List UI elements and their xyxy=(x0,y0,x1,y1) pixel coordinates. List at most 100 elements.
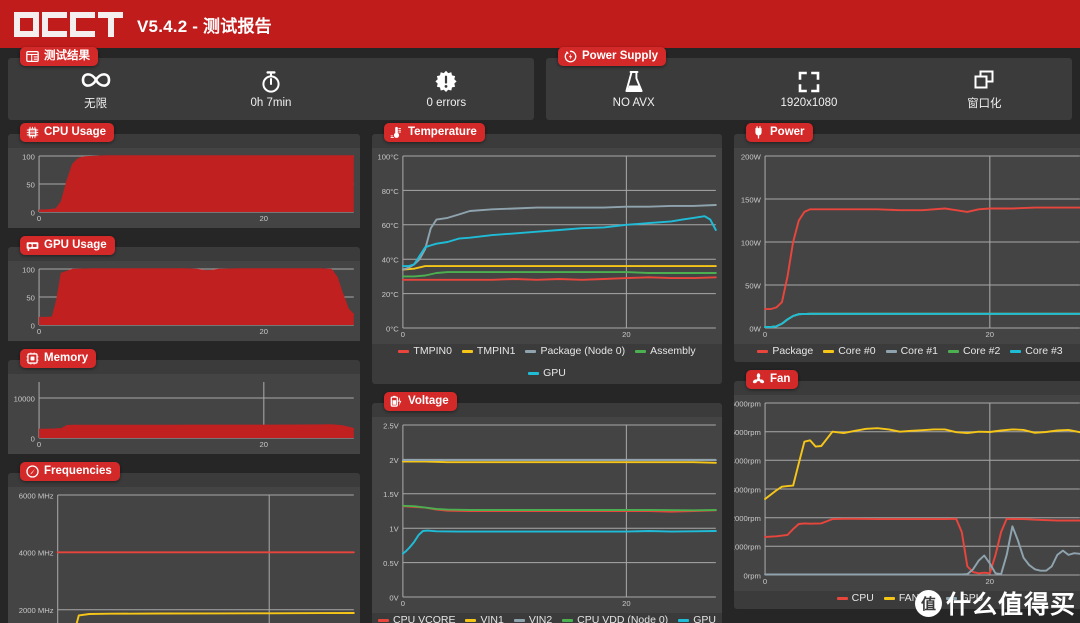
summary-label-duration-mode: 无限 xyxy=(84,97,108,110)
temperature-panel: Temperature 0°C 20°C 40°C 60°C 80°C 100°C 0 20 … xyxy=(372,123,722,384)
svg-text:0: 0 xyxy=(31,435,35,444)
fan-plot[interactable]: 0rpm 1000rpm 2000rpm 3000rpm 4000rpm 5000rpm 6… xyxy=(734,395,1080,591)
legend-swatch xyxy=(378,618,390,622)
legend-label: Core #3 xyxy=(1025,345,1063,357)
charts-grid: CPU Usage 0 50 100 0 20 GPU Usage 0 50 100 0 20 xyxy=(0,120,1080,623)
svg-text:150W: 150W xyxy=(741,196,762,205)
gpu-usage-plot[interactable]: 0 50 100 0 20 xyxy=(8,261,360,341)
legend-item: TMPIN1 xyxy=(461,345,516,357)
charts-column-left: CPU Usage 0 50 100 0 20 GPU Usage 0 50 100 0 20 xyxy=(8,123,360,623)
svg-text:0: 0 xyxy=(763,577,767,586)
svg-text:2V: 2V xyxy=(389,456,398,465)
logo-letter xyxy=(42,12,67,37)
summary-cell-window-mode: 窗口化 xyxy=(897,68,1072,111)
svg-text:4000 MHz: 4000 MHz xyxy=(19,549,54,558)
svg-text:2000rpm: 2000rpm xyxy=(734,514,761,523)
svg-text:20: 20 xyxy=(986,577,995,586)
svg-text:1V: 1V xyxy=(389,525,398,534)
power-panel: Power 0W 50W 100W 150W 200W 0 20 Package Core … xyxy=(734,123,1080,362)
svg-text:20: 20 xyxy=(260,327,269,336)
summary-label-errors: 0 errors xyxy=(426,96,467,109)
svg-text:0W: 0W xyxy=(749,325,761,334)
power-badge-label: Power xyxy=(770,126,805,138)
power-plot[interactable]: 0W 50W 100W 150W 200W 0 20 xyxy=(734,148,1080,344)
cpu-usage-badge: CPU Usage xyxy=(20,123,114,142)
memory-badge-label: Memory xyxy=(44,352,89,364)
memory-plot[interactable]: 0 10000 0 20 xyxy=(8,374,360,454)
legend-label: FANIN1 xyxy=(898,592,936,604)
temperature-badge-label: Temperature xyxy=(408,126,477,138)
svg-text:20: 20 xyxy=(622,599,630,608)
legend-item: GPU xyxy=(945,592,983,604)
svg-text:0: 0 xyxy=(401,330,405,339)
legend-item: TMPIN0 xyxy=(398,345,452,357)
temperature-plot[interactable]: 0°C 20°C 40°C 60°C 80°C 100°C 0 20 xyxy=(372,148,722,344)
legend-label: VIN1 xyxy=(480,614,504,623)
legend-item: VIN1 xyxy=(465,614,504,623)
legend-item: Core #1 xyxy=(885,345,938,357)
logo-letter xyxy=(14,12,39,37)
svg-text:20: 20 xyxy=(260,440,269,449)
legend-swatch xyxy=(461,349,473,353)
legend-label: Core #0 xyxy=(838,345,876,357)
power-supply-panel: Power Supply NO AVX 1920x1080 窗口化 xyxy=(546,47,1072,120)
charts-column-right: Power 0W 50W 100W 150W 200W 0 20 Package Core … xyxy=(734,123,1080,623)
legend-swatch xyxy=(562,618,574,622)
frequencies-panel: Frequencies 0 MHz2000 MHz4000 MHz6000 MH… xyxy=(8,462,360,623)
svg-text:10000: 10000 xyxy=(14,395,35,404)
memory-chip-icon xyxy=(26,352,39,365)
svg-text:20: 20 xyxy=(260,214,269,223)
legend-swatch xyxy=(1010,349,1022,353)
svg-text:0: 0 xyxy=(37,214,41,223)
fan-panel: Fan 0rpm 1000rpm 2000rpm 3000rpm 4000rpm 5000… xyxy=(734,370,1080,609)
page-title: V5.4.2 - 测试报告 xyxy=(137,16,272,36)
thermometer-icon xyxy=(390,126,403,139)
svg-text:20°C: 20°C xyxy=(382,290,400,299)
legend-item: Assembly xyxy=(635,345,696,357)
fan-legend: CPU FANIN1 GPU xyxy=(734,591,1080,609)
svg-text:0: 0 xyxy=(37,440,41,449)
legend-item: VIN2 xyxy=(513,614,553,623)
test-results-icon xyxy=(26,50,39,63)
svg-text:0: 0 xyxy=(763,330,767,339)
svg-text:4000rpm: 4000rpm xyxy=(734,457,761,466)
legend-item: Core #3 xyxy=(1010,345,1063,357)
legend-swatch xyxy=(398,349,410,353)
legend-swatch xyxy=(525,349,537,353)
summary-cell-errors: 0 errors xyxy=(359,70,534,109)
legend-label: Assembly xyxy=(650,345,696,357)
fullscreen-icon xyxy=(798,70,820,94)
summary-label-resolution: 1920x1080 xyxy=(780,96,838,109)
legend-label: GPU xyxy=(543,367,566,379)
svg-text:0V: 0V xyxy=(389,594,398,603)
svg-text:100W: 100W xyxy=(741,239,762,248)
summary-row: 测试结果 无限 0h 7min 0 errors Power Supply NO… xyxy=(0,47,1080,120)
legend-label: TMPIN1 xyxy=(476,345,516,357)
memory-panel: Memory 0 10000 0 20 xyxy=(8,349,360,454)
gpu-card-icon xyxy=(26,239,39,252)
legend-label: CPU VDD (Node 0) xyxy=(577,614,669,623)
legend-item: CPU VDD (Node 0) xyxy=(562,614,668,623)
voltage-plot[interactable]: 0V 0.5V 1V 1.5V 2V 2.5V 0 20 xyxy=(372,417,722,613)
summary-cell-elapsed: 0h 7min xyxy=(183,70,358,109)
svg-text:100: 100 xyxy=(22,153,35,162)
logo-letter xyxy=(70,12,95,37)
legend-swatch xyxy=(465,618,477,622)
flask-icon xyxy=(624,70,644,94)
legend-label: CPU VCORE xyxy=(393,614,456,623)
svg-text:1.5V: 1.5V xyxy=(383,490,399,499)
fan-badge: Fan xyxy=(746,370,799,389)
legend-swatch xyxy=(757,349,769,353)
frequencies-badge-label: Frequencies xyxy=(44,465,112,477)
legend-swatch xyxy=(635,349,647,353)
power-supply-badge: Power Supply xyxy=(558,47,667,66)
power-badge: Power xyxy=(746,123,813,142)
legend-label: VIN2 xyxy=(528,614,553,623)
svg-text:6000 MHz: 6000 MHz xyxy=(19,492,54,501)
frequencies-plot[interactable]: 0 MHz2000 MHz4000 MHz6000 MHz020 xyxy=(8,487,360,623)
summary-cell-resolution: 1920x1080 xyxy=(721,70,896,109)
svg-text:0: 0 xyxy=(37,327,41,336)
cpu-usage-plot[interactable]: 0 50 100 0 20 xyxy=(8,148,360,228)
legend-item: Core #2 xyxy=(947,345,1000,357)
summary-cell-instruction-set: NO AVX xyxy=(546,70,721,109)
